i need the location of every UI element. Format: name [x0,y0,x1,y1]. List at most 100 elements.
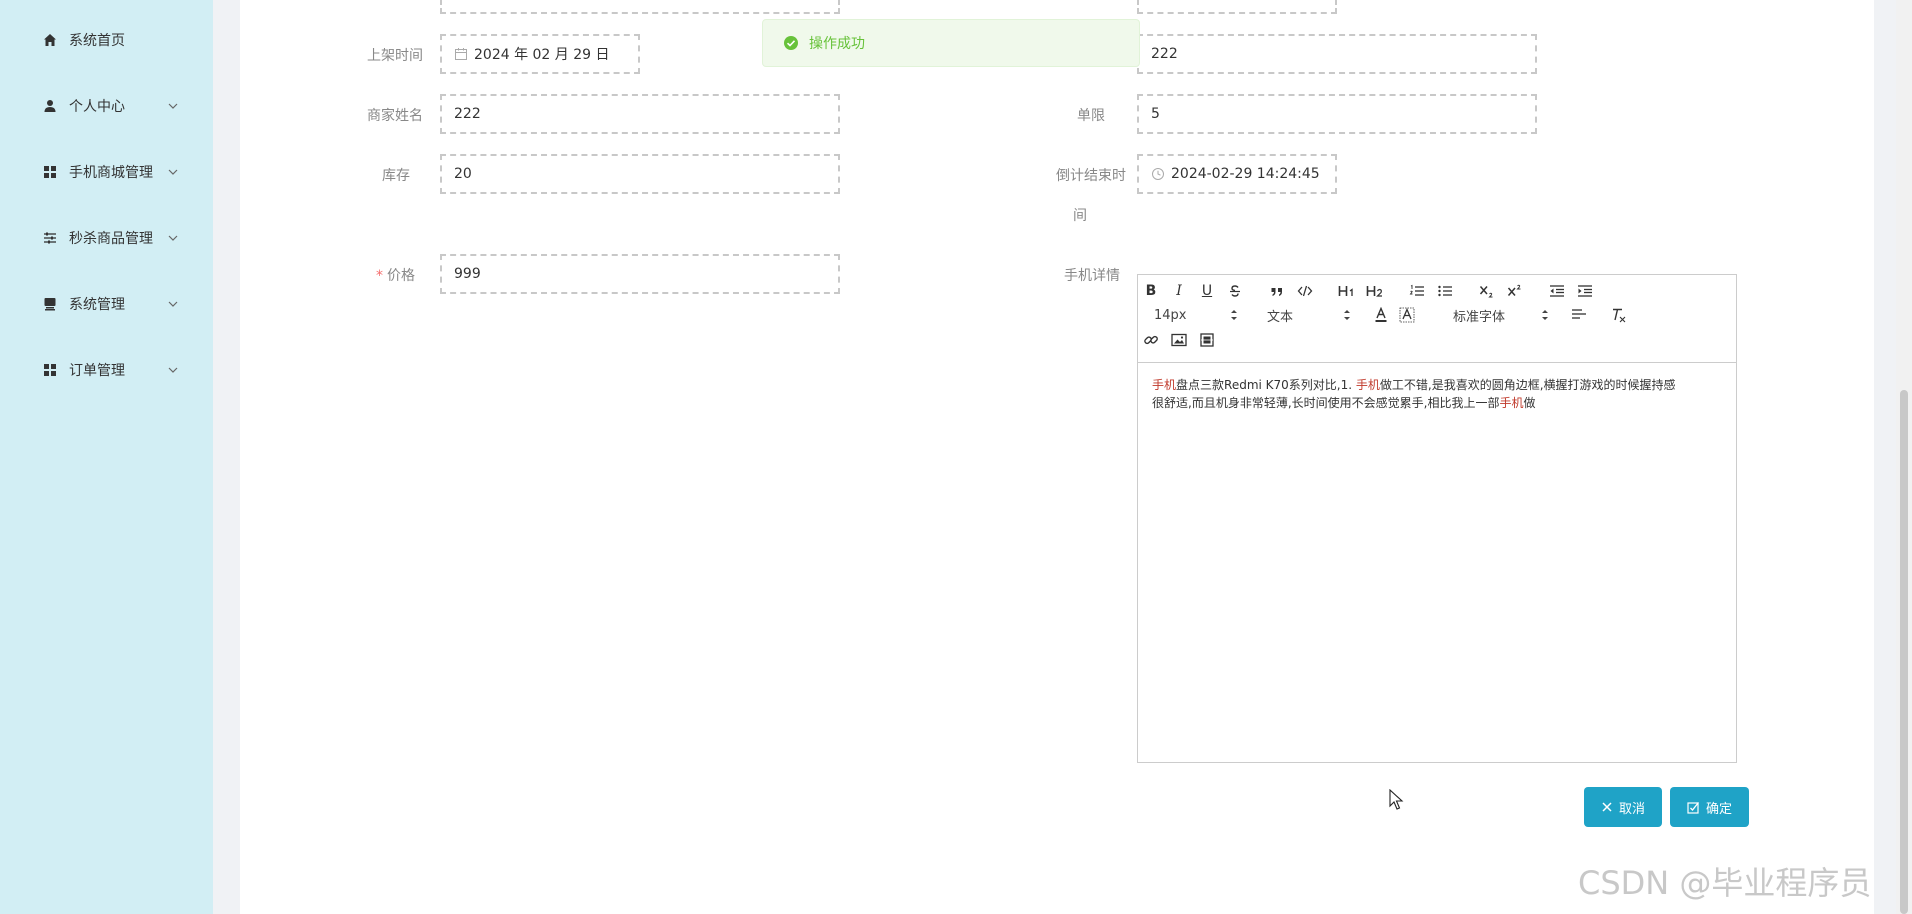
editor-text: 做 [1523,396,1536,410]
outdent-button[interactable] [1546,280,1568,302]
strikethrough-button[interactable] [1224,280,1246,302]
font-family-value: 标准字体 [1453,309,1506,325]
font-color-button[interactable] [1370,304,1392,326]
cancel-button[interactable]: 取消 [1584,787,1662,827]
font-size-select[interactable]: 14px [1154,304,1238,326]
top-right-input[interactable]: 222 [1137,34,1537,74]
top-cutoff-field-right[interactable] [1137,0,1337,14]
subscript-button[interactable] [1476,280,1498,302]
insert-link-button[interactable] [1140,329,1162,351]
insert-video-button[interactable] [1196,329,1218,351]
confirm-button-label: 确定 [1705,801,1732,817]
sidebar-item-label: 手机商城管理 [69,165,153,181]
editor-paragraph: 手机盘点三款Redmi K70系列对比,1. 手机做工不错,是我喜欢的圆角边框,… [1152,376,1724,394]
sidebar-item-phone-mall[interactable]: 手机商城管理 [0,152,213,192]
grid-icon [42,362,58,378]
sidebar-item-label: 个人中心 [69,99,125,115]
text-format-select[interactable]: 文本 [1267,304,1351,326]
scrollbar[interactable] [1896,0,1912,914]
sidebar-item-personal-center[interactable]: 个人中心 [0,86,213,126]
top-cutoff-field-left[interactable] [440,0,840,14]
font-size-value: 14px [1154,307,1187,323]
subscript-icon [1479,286,1493,298]
text-format-value: 文本 [1267,309,1294,325]
bullet-list-icon [1438,285,1452,297]
price-label-text: 价格 [387,268,415,284]
superscript-icon [1507,284,1521,296]
price-value: 999 [454,266,481,282]
toast-message: 操作成功 [809,36,865,52]
editor-paragraph: 很舒适,而且机身非常轻薄,长时间使用不会感觉累手,相比我上一部手机做 [1152,394,1724,412]
background-color-button[interactable] [1396,304,1418,326]
mouse-cursor-icon [1389,789,1404,810]
home-icon [42,32,58,48]
bold-button[interactable]: B [1140,280,1162,302]
link-icon [1144,335,1158,345]
sidebar-item-home[interactable]: 系统首页 [0,20,213,60]
highlighted-word: 手机 [1499,396,1524,410]
ordered-list-button[interactable] [1406,280,1428,302]
heading-1-icon [1338,286,1353,296]
check-circle-icon [784,36,798,50]
heading-2-icon [1366,286,1382,297]
chevron-down-icon [168,301,178,307]
insert-image-button[interactable] [1168,329,1190,351]
sidebar-item-label: 系统管理 [69,297,125,313]
required-mark: * [376,268,383,284]
indent-button[interactable] [1574,280,1596,302]
listing-time-label: 上架时间 [367,48,423,64]
limit-label: 单限 [1077,108,1105,124]
scrollbar-thumb[interactable] [1900,390,1908,914]
rich-text-editor: B I U 14px 文本 标准字体 手机盘点三款Redmi K70系列对比,1… [1137,274,1737,763]
countdown-end-label: 倒计结束时 [1056,168,1126,184]
merchant-name-input[interactable]: 222 [440,94,840,134]
top-right-input-value: 222 [1151,46,1178,62]
font-family-select[interactable]: 标准字体 [1453,304,1549,326]
listing-time-date-picker[interactable]: 2024 年 02 月 29 日 [440,34,640,74]
confirm-button[interactable]: 确定 [1670,787,1749,827]
price-input[interactable]: 999 [440,254,840,294]
sidebar-item-system[interactable]: 系统管理 [0,284,213,324]
clear-format-button[interactable] [1608,304,1630,326]
indent-icon [1578,285,1592,297]
listing-time-value: 2024 年 02 月 29 日 [474,47,610,63]
blockquote-button[interactable] [1266,280,1288,302]
details-label: 手机详情 [1064,268,1120,284]
select-arrows-icon [1344,310,1350,320]
limit-input[interactable]: 5 [1137,94,1537,134]
sidebar-item-flash-sale[interactable]: 秒杀商品管理 [0,218,213,258]
strikethrough-icon [1230,285,1240,297]
countdown-end-datetime-picker[interactable]: 2024-02-29 14:24:45 [1137,154,1337,194]
highlighted-word: 手机 [1152,378,1177,392]
underline-button[interactable]: U [1196,280,1218,302]
code-icon [1297,285,1313,297]
merchant-name-value: 222 [454,106,481,122]
user-icon [42,98,58,114]
align-button[interactable] [1568,304,1590,326]
clock-icon [1151,167,1165,181]
italic-button[interactable]: I [1168,280,1190,302]
close-icon [1602,802,1612,812]
bullet-list-button[interactable] [1434,280,1456,302]
sidebar-item-label: 订单管理 [69,363,125,379]
editor-text: 盘点三款Redmi K70系列对比,1. [1176,378,1356,392]
superscript-button[interactable] [1504,280,1526,302]
select-arrows-icon [1542,310,1548,320]
editor-content[interactable]: 手机盘点三款Redmi K70系列对比,1. 手机做工不错,是我喜欢的圆角边框,… [1152,376,1724,412]
grid-icon [42,164,58,180]
heading-1-button[interactable] [1336,280,1358,302]
editor-toolbar: B I U 14px 文本 标准字体 [1138,275,1736,363]
success-toast: 操作成功 [762,19,1140,67]
monitor-icon [42,296,58,312]
editor-text: 做工不错,是我喜欢的圆角边框,横握打游戏的时候握持感 [1379,378,1676,392]
sidebar-item-orders[interactable]: 订单管理 [0,350,213,390]
sidebar-item-label: 系统首页 [69,33,125,49]
chevron-down-icon [168,169,178,175]
countdown-end-value: 2024-02-29 14:24:45 [1171,166,1320,182]
stock-input[interactable]: 20 [440,154,840,194]
highlighted-word: 手机 [1355,378,1380,392]
price-label: * 价格 [350,265,415,285]
code-block-button[interactable] [1294,280,1316,302]
sidebar-item-label: 秒杀商品管理 [69,231,153,247]
heading-2-button[interactable] [1364,280,1386,302]
